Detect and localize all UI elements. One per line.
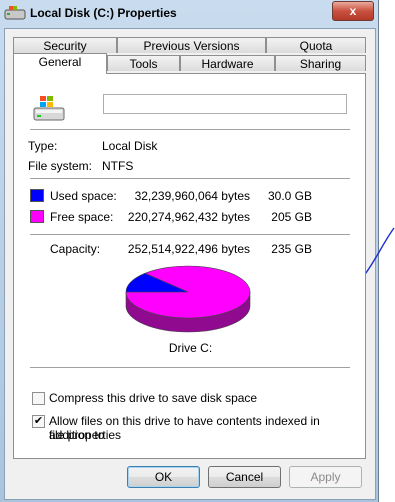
tab-general[interactable]: General	[13, 53, 107, 74]
separator	[30, 367, 350, 368]
capacity-label: Capacity:	[50, 242, 101, 256]
tab-sharing[interactable]: Sharing	[275, 55, 366, 71]
tab-previous-versions[interactable]: Previous Versions	[117, 37, 266, 53]
title-bar[interactable]: Local Disk (C:) Properties x	[0, 0, 378, 26]
tab-hardware[interactable]: Hardware	[180, 55, 275, 71]
cancel-button[interactable]: Cancel	[208, 466, 281, 488]
file-system-label: File system:	[28, 159, 93, 173]
free-space-label: Free space:	[50, 210, 114, 224]
tab-security[interactable]: Security	[13, 37, 117, 53]
free-space-bytes: 220,274,962,432 bytes	[127, 210, 250, 224]
dialog-body: Security Previous Versions Quota General…	[4, 28, 376, 500]
used-space-size: 30.0 GB	[267, 189, 312, 203]
type-label: Type:	[28, 139, 58, 153]
free-space-size: 205 GB	[271, 210, 312, 224]
drive-label: Drive C:	[168, 341, 213, 355]
window-title: Local Disk (C:) Properties	[30, 6, 177, 20]
properties-window: Local Disk (C:) Properties x Security Pr…	[0, 0, 379, 502]
capacity-bytes: 252,514,922,496 bytes	[127, 242, 250, 256]
used-space-swatch	[30, 189, 44, 202]
tab-quota[interactable]: Quota	[266, 37, 366, 53]
apply-button[interactable]: Apply	[289, 466, 362, 488]
file-system-value: NTFS	[102, 159, 134, 173]
checkmark-icon: ✔	[33, 415, 44, 427]
drive-icon	[33, 96, 65, 121]
volume-name-input[interactable]	[103, 94, 347, 114]
index-checkbox[interactable]: ✔	[32, 415, 45, 428]
windows-logo-icon	[40, 96, 53, 107]
capacity-size: 235 GB	[271, 242, 312, 256]
ok-button[interactable]: OK	[127, 466, 200, 488]
used-space-label: Used space:	[50, 189, 117, 203]
disk-usage-pie-chart	[125, 265, 251, 333]
drive-title-icon	[4, 6, 26, 20]
compress-label[interactable]: Compress this drive to save disk space	[49, 391, 257, 405]
separator	[30, 129, 350, 130]
index-label-line2[interactable]: file properties	[49, 428, 121, 442]
close-button[interactable]: x	[332, 1, 374, 21]
separator	[30, 234, 350, 235]
used-space-bytes: 32,239,960,064 bytes	[134, 189, 250, 203]
free-space-swatch	[30, 210, 44, 223]
separator	[30, 178, 350, 179]
type-value: Local Disk	[102, 139, 158, 153]
compress-checkbox[interactable]	[32, 392, 45, 405]
general-panel: Type: Local Disk File system: NTFS Used …	[13, 73, 366, 459]
tab-tools[interactable]: Tools	[107, 55, 180, 71]
